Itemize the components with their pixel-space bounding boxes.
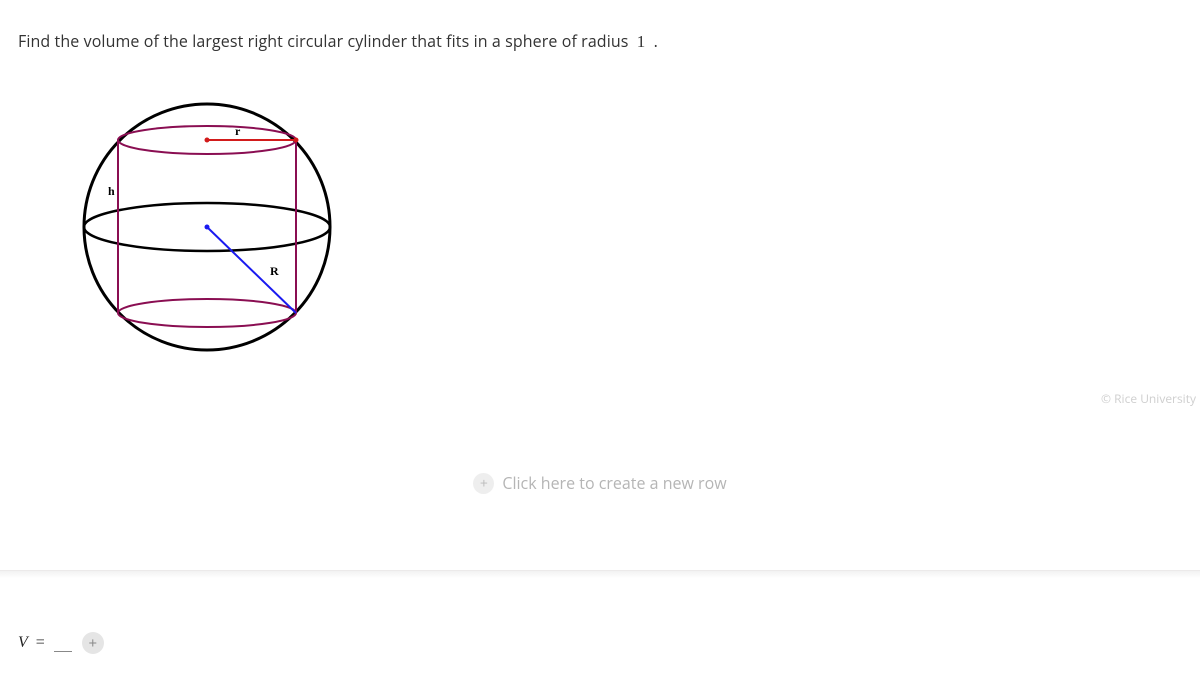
label-h: h <box>108 184 115 198</box>
copyright-notice: © Rice University <box>1101 390 1196 407</box>
r-end-dot <box>294 138 299 143</box>
answer-variable: V <box>18 634 28 652</box>
add-row-label: Click here to create a new row <box>502 472 726 494</box>
plus-icon: + <box>473 473 494 494</box>
question-suffix: . <box>654 30 658 52</box>
question-prefix: Find the volume of the largest right cir… <box>18 30 628 52</box>
r-center-dot <box>205 138 210 143</box>
answer-input[interactable] <box>54 635 72 652</box>
add-answer-button[interactable]: + <box>82 632 104 654</box>
plus-icon: + <box>89 636 98 651</box>
R-center-dot <box>205 225 210 230</box>
answer-row: V = + <box>18 632 104 654</box>
section-divider <box>0 570 1200 578</box>
cylinder-bottom-ellipse <box>118 299 296 327</box>
label-r: r <box>235 124 241 138</box>
question-text: Find the volume of the largest right cir… <box>18 30 658 52</box>
cylinder-in-sphere-diagram: r h R <box>75 95 340 360</box>
question-radius-value: 1 <box>633 32 650 51</box>
label-R: R <box>270 264 279 278</box>
add-row-button[interactable]: + Click here to create a new row <box>0 472 1200 495</box>
equals-sign: = <box>36 634 45 652</box>
